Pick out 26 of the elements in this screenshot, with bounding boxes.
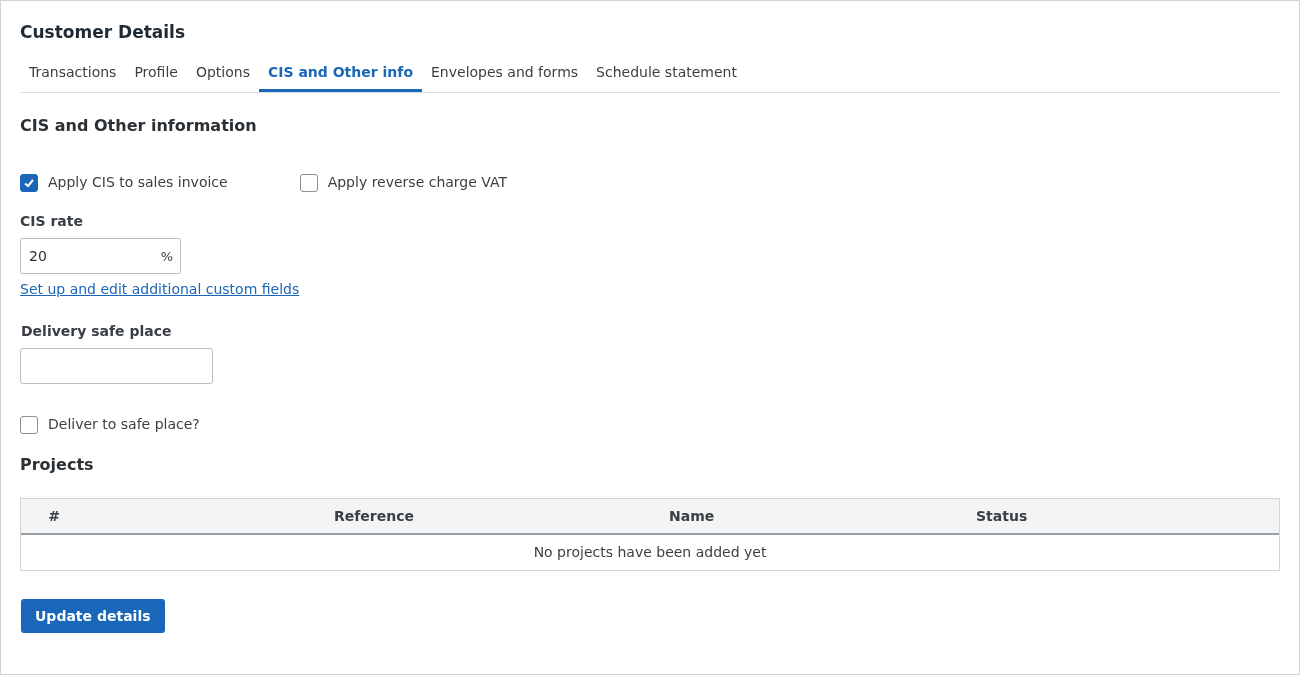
tab[interactable]: Profile: [125, 55, 187, 92]
checkbox-label: Apply CIS to sales invoice: [48, 173, 228, 192]
tab[interactable]: Transactions: [20, 55, 126, 92]
checkbox-label: Apply reverse charge VAT: [327, 173, 508, 192]
column-header: #: [48, 508, 60, 524]
checkbox[interactable]: [20, 415, 38, 434]
tab[interactable]: CIS and Other info: [258, 55, 422, 92]
field-label: CIS rate: [20, 212, 83, 231]
empty-table-message: No projects have been added yet: [533, 543, 767, 562]
checkbox[interactable]: [299, 173, 318, 192]
tab[interactable]: Envelopes and forms: [422, 55, 588, 92]
section-title: CIS and Other information: [20, 115, 258, 137]
update-details-button[interactable]: Update details: [21, 599, 165, 633]
column-header: Reference: [334, 508, 414, 524]
percent-suffix: %: [160, 248, 173, 266]
tab[interactable]: Schedule statement: [587, 55, 746, 92]
tab[interactable]: Options: [186, 55, 259, 92]
column-header: Name: [669, 508, 715, 524]
column-header: Status: [976, 508, 1028, 524]
delivery-safe-place-field[interactable]: [20, 348, 213, 384]
custom-fields-link[interactable]: Set up and edit additional custom fields: [20, 281, 300, 297]
page-title: Customer Details: [20, 21, 187, 43]
section-title: Projects: [20, 454, 95, 476]
checkbox[interactable]: [20, 173, 38, 192]
field-label: Delivery safe place: [21, 322, 172, 341]
checkbox-label: Deliver to safe place?: [48, 415, 200, 434]
